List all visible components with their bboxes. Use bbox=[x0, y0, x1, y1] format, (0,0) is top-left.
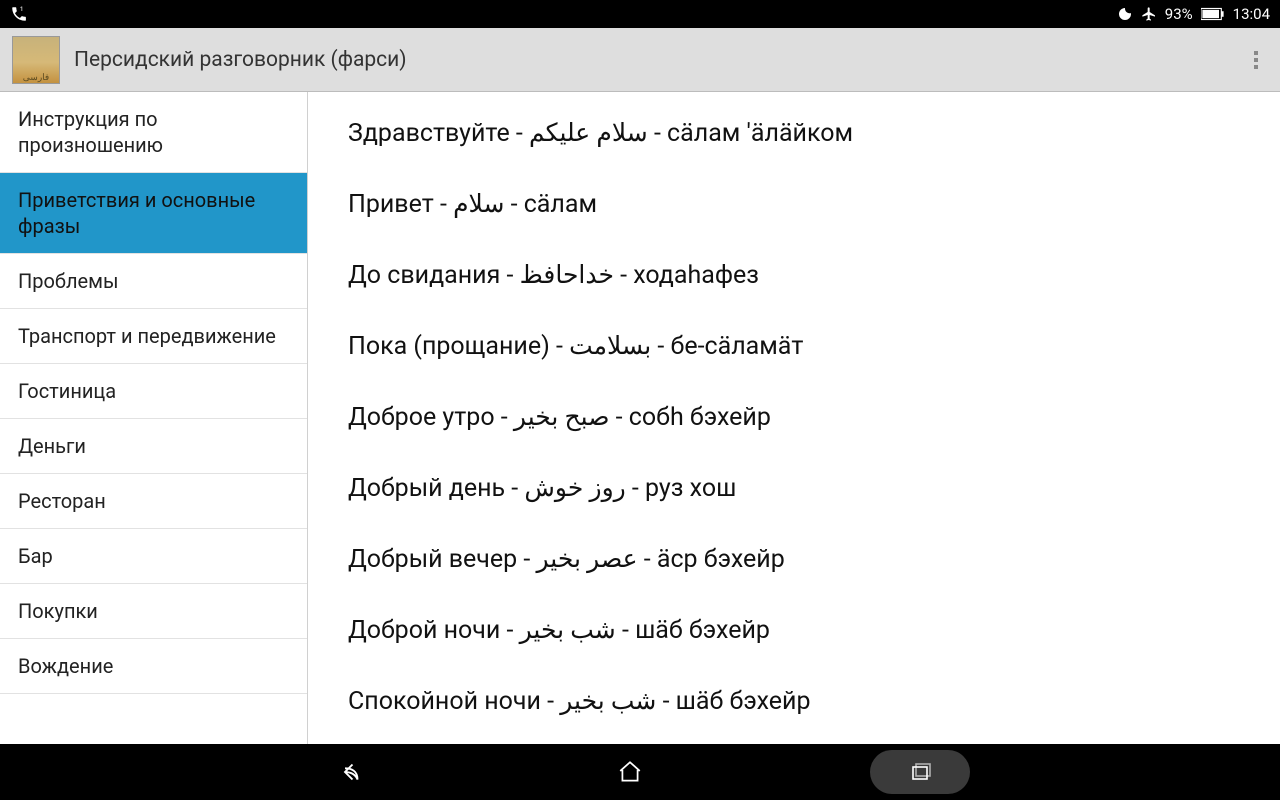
svg-text:1: 1 bbox=[20, 5, 24, 13]
sidebar-item-7[interactable]: Бар bbox=[0, 529, 307, 584]
sidebar-item-6[interactable]: Ресторан bbox=[0, 474, 307, 529]
sidebar-item-3[interactable]: Транспорт и передвижение bbox=[0, 309, 307, 364]
home-button[interactable] bbox=[590, 752, 670, 792]
status-bar: 1 93% 13:04 bbox=[0, 0, 1280, 28]
phrase-row[interactable]: До свидания - خداحافظ - ходаhафез bbox=[348, 258, 1240, 293]
navigation-bar bbox=[0, 744, 1280, 800]
sidebar-item-0[interactable]: Инструкция по произношению bbox=[0, 92, 307, 173]
recent-apps-button[interactable] bbox=[870, 750, 970, 794]
airplane-icon bbox=[1141, 6, 1157, 22]
phrase-row[interactable]: Здравствуйте - سلام عليكم - сäлам 'äлäйк… bbox=[348, 116, 1240, 151]
clock: 13:04 bbox=[1233, 5, 1270, 23]
phrase-row[interactable]: Доброе утро - صبح بخير - собh бэхейр bbox=[348, 400, 1240, 435]
battery-percent: 93% bbox=[1165, 5, 1193, 23]
content-pane: Здравствуйте - سلام عليكم - сäлам 'äлäйк… bbox=[308, 92, 1280, 744]
phrase-row[interactable]: Привет - سلام - сäлам bbox=[348, 187, 1240, 222]
sidebar-item-1[interactable]: Приветствия и основные фразы bbox=[0, 173, 307, 254]
app-icon: فارسی bbox=[12, 36, 60, 84]
sidebar-item-5[interactable]: Деньги bbox=[0, 419, 307, 474]
moon-icon bbox=[1117, 6, 1133, 22]
call-forward-icon: 1 bbox=[10, 5, 28, 23]
overflow-menu-button[interactable] bbox=[1244, 51, 1268, 69]
sidebar-item-2[interactable]: Проблемы bbox=[0, 254, 307, 309]
phrase-row[interactable]: Добрый день - روز خوش - руз хош bbox=[348, 471, 1240, 506]
back-button[interactable] bbox=[310, 752, 390, 792]
sidebar: Инструкция по произношениюПриветствия и … bbox=[0, 92, 308, 744]
sidebar-item-9[interactable]: Вождение bbox=[0, 639, 307, 694]
sidebar-item-4[interactable]: Гостиница bbox=[0, 364, 307, 419]
phrase-row[interactable]: Пока (прощание) - بسلامت - бе-сäламäт bbox=[348, 329, 1240, 364]
phrase-row[interactable]: Добрый вечер - عصر بخير - äср бэхейр bbox=[348, 542, 1240, 577]
battery-icon bbox=[1201, 7, 1225, 21]
phrase-row[interactable]: Доброй ночи - شب بخير - шäб бэхейр bbox=[348, 613, 1240, 648]
app-bar: فارسی Персидский разговорник (фарси) bbox=[0, 28, 1280, 92]
phrase-row[interactable]: Спокойной ночи - شب بخير - шäб бэхейр bbox=[348, 684, 1240, 719]
app-title: Персидский разговорник (фарси) bbox=[74, 48, 1244, 72]
sidebar-item-8[interactable]: Покупки bbox=[0, 584, 307, 639]
